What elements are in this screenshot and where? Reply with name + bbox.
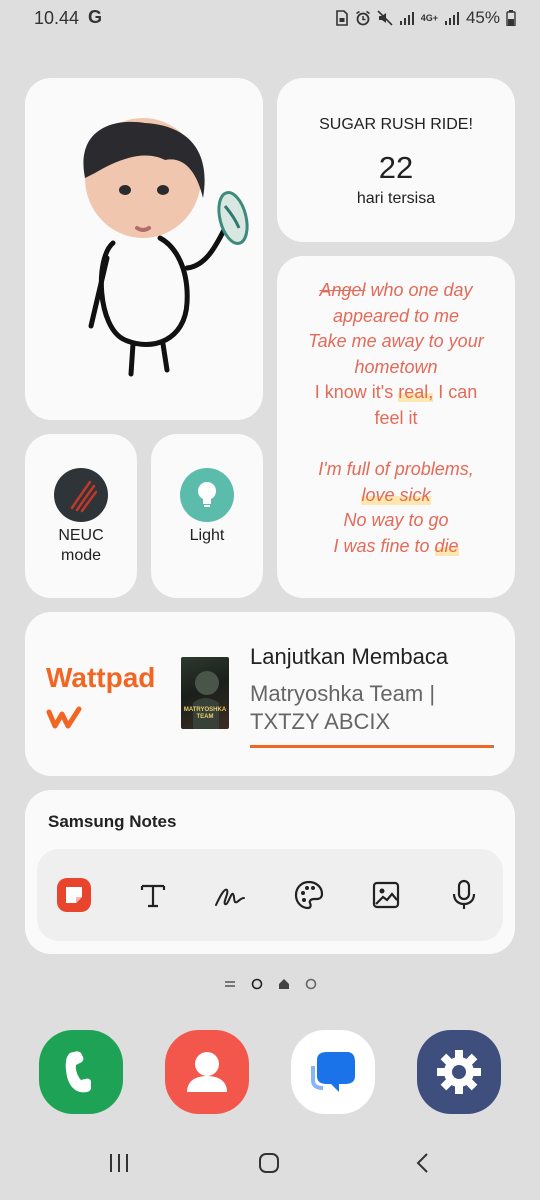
- reading-progress-bar: [250, 745, 494, 748]
- lyrics-widget[interactable]: Angel who one day appeared to me Take me…: [277, 256, 515, 598]
- light-tile[interactable]: Light: [151, 434, 263, 598]
- book-title[interactable]: Matryoshka Team | TXTZY ABCIX: [250, 680, 500, 736]
- status-bar: 10.44 G 4G+ 45%: [0, 0, 540, 40]
- mute-icon: [377, 10, 393, 26]
- samsung-notes-widget[interactable]: Samsung Notes: [25, 790, 515, 954]
- label-line: NEUC: [58, 527, 104, 544]
- book-title-line: Matryoshka Team |: [250, 681, 436, 706]
- clock: 10.44: [34, 8, 80, 28]
- lyric-line: I'm full of problems,: [318, 459, 474, 480]
- lyric-line: Take me away to your: [308, 331, 484, 352]
- cover-title: MATRYOSHKA: [183, 707, 227, 713]
- neuc-mode-label: NEUC mode: [25, 526, 137, 566]
- samsung-notes-title: Samsung Notes: [48, 812, 177, 831]
- lyric-line: I know it's: [314, 382, 399, 403]
- wattpad-logo: Wattpad: [46, 662, 156, 693]
- lightbulb-icon: [180, 468, 234, 522]
- continue-reading-heading: Lanjutkan Membaca: [250, 644, 449, 669]
- back-button[interactable]: [412, 1152, 434, 1174]
- new-note-icon[interactable]: [53, 874, 95, 916]
- lyric-line: I can: [433, 382, 478, 403]
- google-notification-icon: G: [88, 7, 103, 27]
- wattpad-widget[interactable]: Wattpad MATRYOSHKA TEAM Lanjutkan Membaca…: [25, 612, 515, 776]
- recent-apps-button[interactable]: [108, 1152, 130, 1174]
- microphone-icon[interactable]: [443, 874, 485, 916]
- lyric-line: hometown: [354, 356, 438, 377]
- lyric-line: I was fine to: [333, 535, 435, 556]
- reading-progress-fill: [250, 745, 492, 748]
- text-icon[interactable]: [132, 874, 174, 916]
- countdown-title: SUGAR RUSH RIDE!: [319, 116, 473, 133]
- battery-icon: [506, 10, 516, 26]
- battery-percentage: 45%: [465, 8, 500, 27]
- notes-action-bar: [37, 849, 503, 941]
- book-title-line: TXTZY ABCIX: [250, 709, 391, 734]
- light-label: Light: [189, 527, 225, 544]
- alarm-icon: [355, 10, 370, 26]
- page-dot: [305, 978, 317, 990]
- lyric-strike: Angel: [319, 280, 366, 300]
- lyric-line: No way to go: [343, 510, 449, 531]
- lyric-highlight: love sick: [361, 484, 431, 505]
- countdown-days: 22: [378, 150, 414, 185]
- lyric-highlight: die: [434, 535, 459, 556]
- countdown-widget[interactable]: SUGAR RUSH RIDE! 22 hari tersisa: [277, 78, 515, 242]
- settings-app-icon[interactable]: [417, 1030, 501, 1114]
- countdown-caption: hari tersisa: [356, 190, 436, 207]
- lyric-line: who one day: [365, 280, 473, 300]
- phone-app-icon[interactable]: [39, 1030, 123, 1114]
- lyric-highlight: real,: [398, 382, 434, 403]
- book-cover[interactable]: MATRYOSHKA TEAM: [181, 657, 229, 729]
- signal-icon: [444, 12, 459, 25]
- home-page-icon: [279, 979, 289, 989]
- signal-icon: [399, 12, 414, 25]
- page-dot-active: [251, 978, 263, 990]
- meme-sticker-image: [83, 118, 249, 377]
- palette-icon[interactable]: [288, 874, 330, 916]
- messages-app-icon[interactable]: [291, 1030, 375, 1114]
- cover-title: TEAM: [196, 714, 214, 720]
- network-type: 4G+: [420, 12, 438, 23]
- handwriting-icon[interactable]: [209, 874, 251, 916]
- lyric-line: feel it: [374, 407, 418, 428]
- photo-widget[interactable]: [25, 78, 263, 420]
- page-indicator[interactable]: [0, 977, 540, 991]
- label-line: mode: [60, 547, 102, 564]
- sim-notification-icon: [335, 10, 348, 26]
- home-button[interactable]: [258, 1152, 280, 1174]
- image-icon[interactable]: [365, 874, 407, 916]
- wattpad-w-icon: [46, 706, 82, 729]
- contacts-app-icon[interactable]: [165, 1030, 249, 1114]
- lyric-line: appeared to me: [332, 305, 460, 326]
- neuc-mode-tile[interactable]: NEUC mode: [25, 434, 137, 598]
- lyrics-text: Angel who one day appeared to me Take me…: [277, 278, 515, 560]
- claw-mark-icon: [54, 468, 108, 522]
- menu-page-icon: [225, 981, 235, 987]
